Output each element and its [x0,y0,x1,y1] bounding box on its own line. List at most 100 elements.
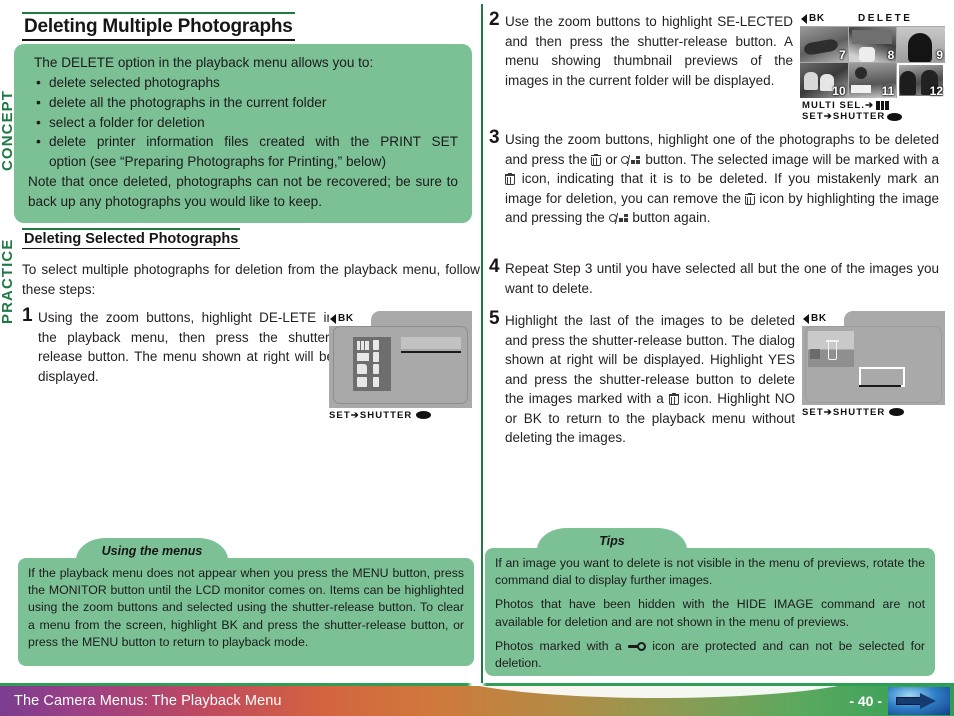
list-item[interactable]: 11 [848,63,897,98]
thumbnail-mode-icon [876,101,890,110]
lcd-footer: SET➔SHUTTER [802,405,945,419]
step-1: 1 Using the zoom buttons, highlight DE-L… [22,305,342,386]
arrow-right-icon [896,693,942,709]
menu-row [357,364,379,374]
thumbnail-photo-detail [850,85,871,93]
thumbnail-number: 11 [881,84,895,98]
right-column: 2 Use the zoom buttons to highlight SE-L… [485,0,945,686]
trash-icon [373,352,379,362]
list-item[interactable]: 10 [800,63,848,98]
lcd-back-tab: BK [800,11,825,26]
thumbnail-photo [804,72,818,90]
tip-paragraph: If the playback menu does not appear whe… [28,566,464,649]
thumbnail-number: 7 [838,48,846,62]
tip-paragraph: Photos that have been hidden with the HI… [495,597,925,629]
tip-body: If the playback menu does not appear whe… [18,558,474,666]
list-item: delete printer information files created… [34,131,458,172]
step-number: 1 [22,305,33,326]
page-number: - 40 - [849,693,882,709]
footer-breadcrumb: The Camera Menus: The Playback Menu [14,693,282,709]
concept-note: Note that once deleted, photographs can … [28,174,458,209]
thumbnail-photo [803,38,839,56]
section-title: Deleting Selected Photographs [22,228,241,250]
thumbnail-number: 8 [887,48,895,62]
list-item[interactable]: 9 [897,27,945,62]
lcd-back-tab: BK [802,311,827,326]
list-item[interactable]: 12 [897,63,945,98]
list-item: select a folder for deletion [34,112,458,133]
confirm-dialog-box[interactable] [859,367,905,387]
thumbnail-number: 12 [929,84,943,98]
triangle-left-icon [801,13,807,24]
step-text: Using the zoom buttons, highlight DE-LET… [38,310,334,384]
zoom-thumbnail-button-icon [621,154,641,166]
list-item[interactable]: 7 [800,27,848,62]
triangle-left-icon [330,313,336,324]
shutter-button-icon [889,408,905,416]
lcd-footer: SET➔SHUTTER [329,408,472,422]
concept-bullet-list: delete selected photographs delete all t… [34,72,458,172]
list-item: delete selected photographs [34,72,458,93]
step-text: Using the zoom buttons, highlight one of… [505,130,939,228]
step3-part2: or [605,151,618,167]
thumbnail-number: 10 [832,84,846,98]
step-text: Use the zoom buttons to highlight SE-LEC… [505,14,793,88]
side-tab-concept: CONCEPT [0,89,16,171]
page-footer: The Camera Menus: The Playback Menu - 40… [0,686,954,716]
tip-box-using-the-menus: Using the menus If the playback menu doe… [18,538,474,666]
lcd-title: DELETE [858,13,913,24]
print-set-icon [357,377,367,387]
concept-box: The DELETE option in the playback menu a… [14,44,472,223]
thumbnail-photo [854,67,867,79]
tip-body: If an image you want to delete is not vi… [485,548,935,676]
list-item: delete all the photographs in the curren… [34,92,458,113]
side-tab-practice: PRACTICE [0,238,16,324]
menu-row [357,352,379,362]
step-text: Repeat Step 3 until you have selected al… [505,261,939,296]
lcd-back-tab: BK [329,311,354,326]
tip-box-tips: Tips If an image you want to delete is n… [485,528,935,676]
concept-print-line1: delete printer information files created… [49,134,458,150]
lcd-footer-label: SET➔SHUTTER [329,409,413,421]
trash-icon [826,340,839,360]
lcd-option-field [401,337,461,349]
thumbnail-photo [908,33,933,62]
step-number: 3 [489,127,500,148]
lcd-footer-label: SET➔SHUTTER [802,406,886,418]
lcd-footer-line-1: MULTI SEL.➔ [802,100,890,111]
manual-page: Deleting Multiple Photographs The DELETE… [0,0,954,716]
next-page-button[interactable] [888,687,950,715]
trash-icon [505,173,515,186]
thumbnail-photo [851,30,892,44]
shutter-button-icon [887,112,903,121]
triangle-left-icon [803,313,809,324]
step-3: 3 Using the zoom buttons, highlight one … [489,127,939,228]
step-number: 5 [489,308,500,329]
step-number: 4 [489,256,500,277]
thumbnail-photo-detail [858,47,875,62]
all-images-icon [357,353,369,361]
step3-part3: button. The selected image will be marke… [645,151,939,167]
lcd-footer-label-multi: MULTI SEL.➔ [802,100,875,111]
shutter-button-icon [416,411,432,419]
trash-icon [373,377,379,387]
step-number: 2 [489,9,500,30]
step3-part6: button again. [632,210,711,226]
zoom-thumbnail-button-icon [608,213,629,225]
lcd-folder-tab [371,311,472,326]
protect-key-icon [627,641,646,651]
trash-icon [373,340,379,350]
thumbnail-number: 9 [936,48,943,62]
lcd-back-label: BK [811,313,827,324]
left-column: Deleting Multiple Photographs The DELETE… [14,0,480,686]
concept-print-line2: option (see “Preparing Photographs for P… [49,154,387,170]
lcd-folder-tab [844,311,945,326]
lcd-screenshot-playback-delete-menu: BK SET➔SHUTTER [329,311,472,422]
menu-row [357,340,379,350]
tip-paragraph: Photos marked with a icon are protected … [495,638,925,672]
preview-thumbnail [808,331,854,367]
lcd-footer-line-2: SET➔SHUTTER [802,111,903,122]
concept-intro: The DELETE option in the playback menu a… [34,55,374,70]
step-5: 5 Highlight the last of the images to be… [489,308,801,448]
list-item[interactable]: 8 [848,27,897,62]
